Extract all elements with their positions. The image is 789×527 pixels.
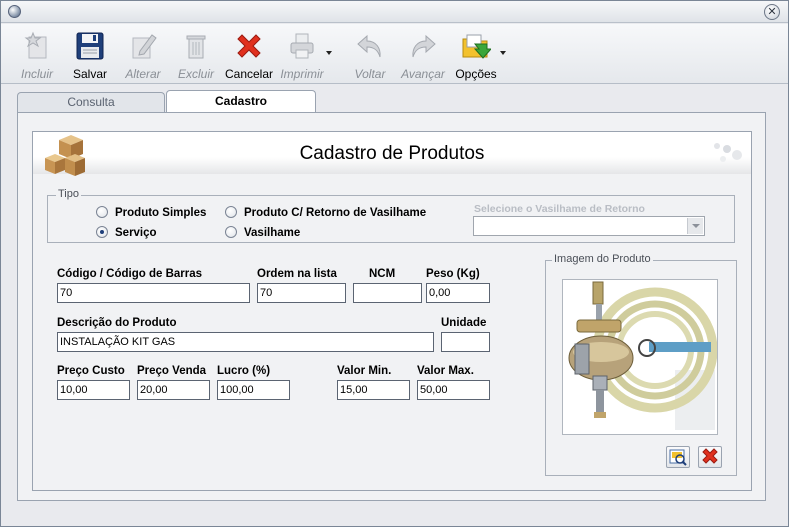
valor-max-label: Valor Max. [417,365,474,377]
imagem-legend: Imagem do Produto [552,253,653,265]
app-window: ✕ Incluir Salvar Alterar Excluir Cancela… [0,0,789,527]
radio-produto-retorno-vasilhame[interactable]: Produto C/ Retorno de Vasilhame [225,206,426,219]
ordem-label: Ordem na lista [257,268,337,280]
radio-circle[interactable] [96,206,108,218]
ncm-field[interactable] [353,283,422,303]
system-menu-icon[interactable] [8,5,21,18]
radio-servico[interactable]: Serviço [96,226,157,239]
radio-label: Serviço [115,227,157,239]
radio-circle[interactable] [225,226,237,238]
form-header: Cadastro de Produtos [33,132,751,176]
imagem-group: Imagem do Produto [545,253,737,476]
incluir-button[interactable]: Incluir [11,29,63,81]
vasilhame-retorno-label: Selecione o Vasilhame de Retorno [474,203,645,215]
preco-venda-field[interactable]: 20,00 [137,380,210,400]
trash-can-icon [186,35,206,59]
voltar-button[interactable]: Voltar [344,29,396,81]
alterar-button[interactable]: Alterar [117,29,169,81]
opcoes-dropdown-arrow-icon[interactable] [500,51,506,55]
voltar-label: Voltar [354,67,386,81]
lucro-field[interactable]: 100,00 [217,380,290,400]
cadastro-panel: Cadastro de Produtos Tipo Produto Simple… [17,112,766,501]
ordem-field[interactable]: 70 [257,283,346,303]
tipo-legend: Tipo [56,188,81,200]
form-area: Cadastro de Produtos Tipo Produto Simple… [32,131,752,491]
cancelar-button[interactable]: Cancelar [223,29,275,81]
radio-label: Produto C/ Retorno de Vasilhame [244,207,427,219]
valor-max-field[interactable]: 50,00 [417,380,490,400]
salvar-button[interactable]: Salvar [64,29,116,81]
close-window-button[interactable]: ✕ [764,4,780,20]
gas-regulator-image [563,280,718,434]
imprimir-label: Imprimir [280,67,324,81]
chevron-down-icon[interactable] [687,218,703,234]
unidade-label: Unidade [441,317,487,329]
codigo-label: Código / Código de Barras [57,268,203,280]
image-search-icon [669,449,687,466]
product-image-frame [562,279,718,435]
title-bar: ✕ [1,1,788,23]
avancar-label: Avançar [401,67,445,81]
avancar-button[interactable]: Avançar [397,29,449,81]
radio-vasilhame[interactable]: Vasilhame [225,226,300,239]
alterar-label: Alterar [125,67,161,81]
radio-label: Produto Simples [115,207,207,219]
vasilhame-retorno-select[interactable] [473,216,705,236]
salvar-label: Salvar [72,67,107,81]
tab-consulta[interactable]: Consulta [17,92,165,113]
floppy-disk-icon [76,32,104,60]
toolbar: Incluir Salvar Alterar Excluir Cancelar … [1,24,788,84]
options-folder-icon [462,34,491,59]
descricao-field[interactable]: INSTALAÇÃO KIT GAS [57,332,434,352]
descricao-label: Descrição do Produto [57,317,177,329]
radio-label: Vasilhame [244,227,301,239]
remove-image-button[interactable] [698,446,722,468]
valor-min-label: Valor Min. [337,365,392,377]
opcoes-button[interactable]: Opções [450,29,506,81]
valor-min-field[interactable]: 15,00 [337,380,410,400]
back-arrow-icon [357,34,381,58]
decorative-dots-icon [714,143,742,162]
load-image-button[interactable] [666,446,690,468]
codigo-field[interactable]: 70 [57,283,250,303]
red-x-icon [237,34,261,58]
preco-custo-field[interactable]: 10,00 [57,380,130,400]
tab-cadastro[interactable]: Cadastro [166,90,316,113]
radio-circle-selected[interactable] [96,226,108,238]
red-x-icon [702,448,718,464]
peso-field[interactable]: 0,00 [426,283,490,303]
radio-produto-simples[interactable]: Produto Simples [96,206,206,219]
excluir-button[interactable]: Excluir [170,29,222,81]
imprimir-dropdown-arrow-icon[interactable] [326,51,332,55]
lucro-label: Lucro (%) [217,365,271,377]
new-star-icon [24,31,47,59]
unidade-field[interactable] [441,332,490,352]
tipo-group: Tipo Produto Simples Serviço Produto C/ … [47,188,735,243]
printer-icon [290,33,314,59]
forward-arrow-icon [412,34,436,58]
preco-custo-label: Preço Custo [57,365,125,377]
radio-circle[interactable] [225,206,237,218]
preco-venda-label: Preço Venda [137,365,207,377]
incluir-label: Incluir [20,67,53,81]
page-title: Cadastro de Produtos [299,143,485,164]
cancelar-label: Cancelar [224,67,274,81]
ncm-label: NCM [369,268,396,280]
peso-label: Peso (Kg) [426,268,480,280]
opcoes-label: Opções [455,67,497,81]
imprimir-button[interactable]: Imprimir [276,29,332,81]
excluir-label: Excluir [177,67,214,81]
edit-pencil-icon [132,34,157,59]
